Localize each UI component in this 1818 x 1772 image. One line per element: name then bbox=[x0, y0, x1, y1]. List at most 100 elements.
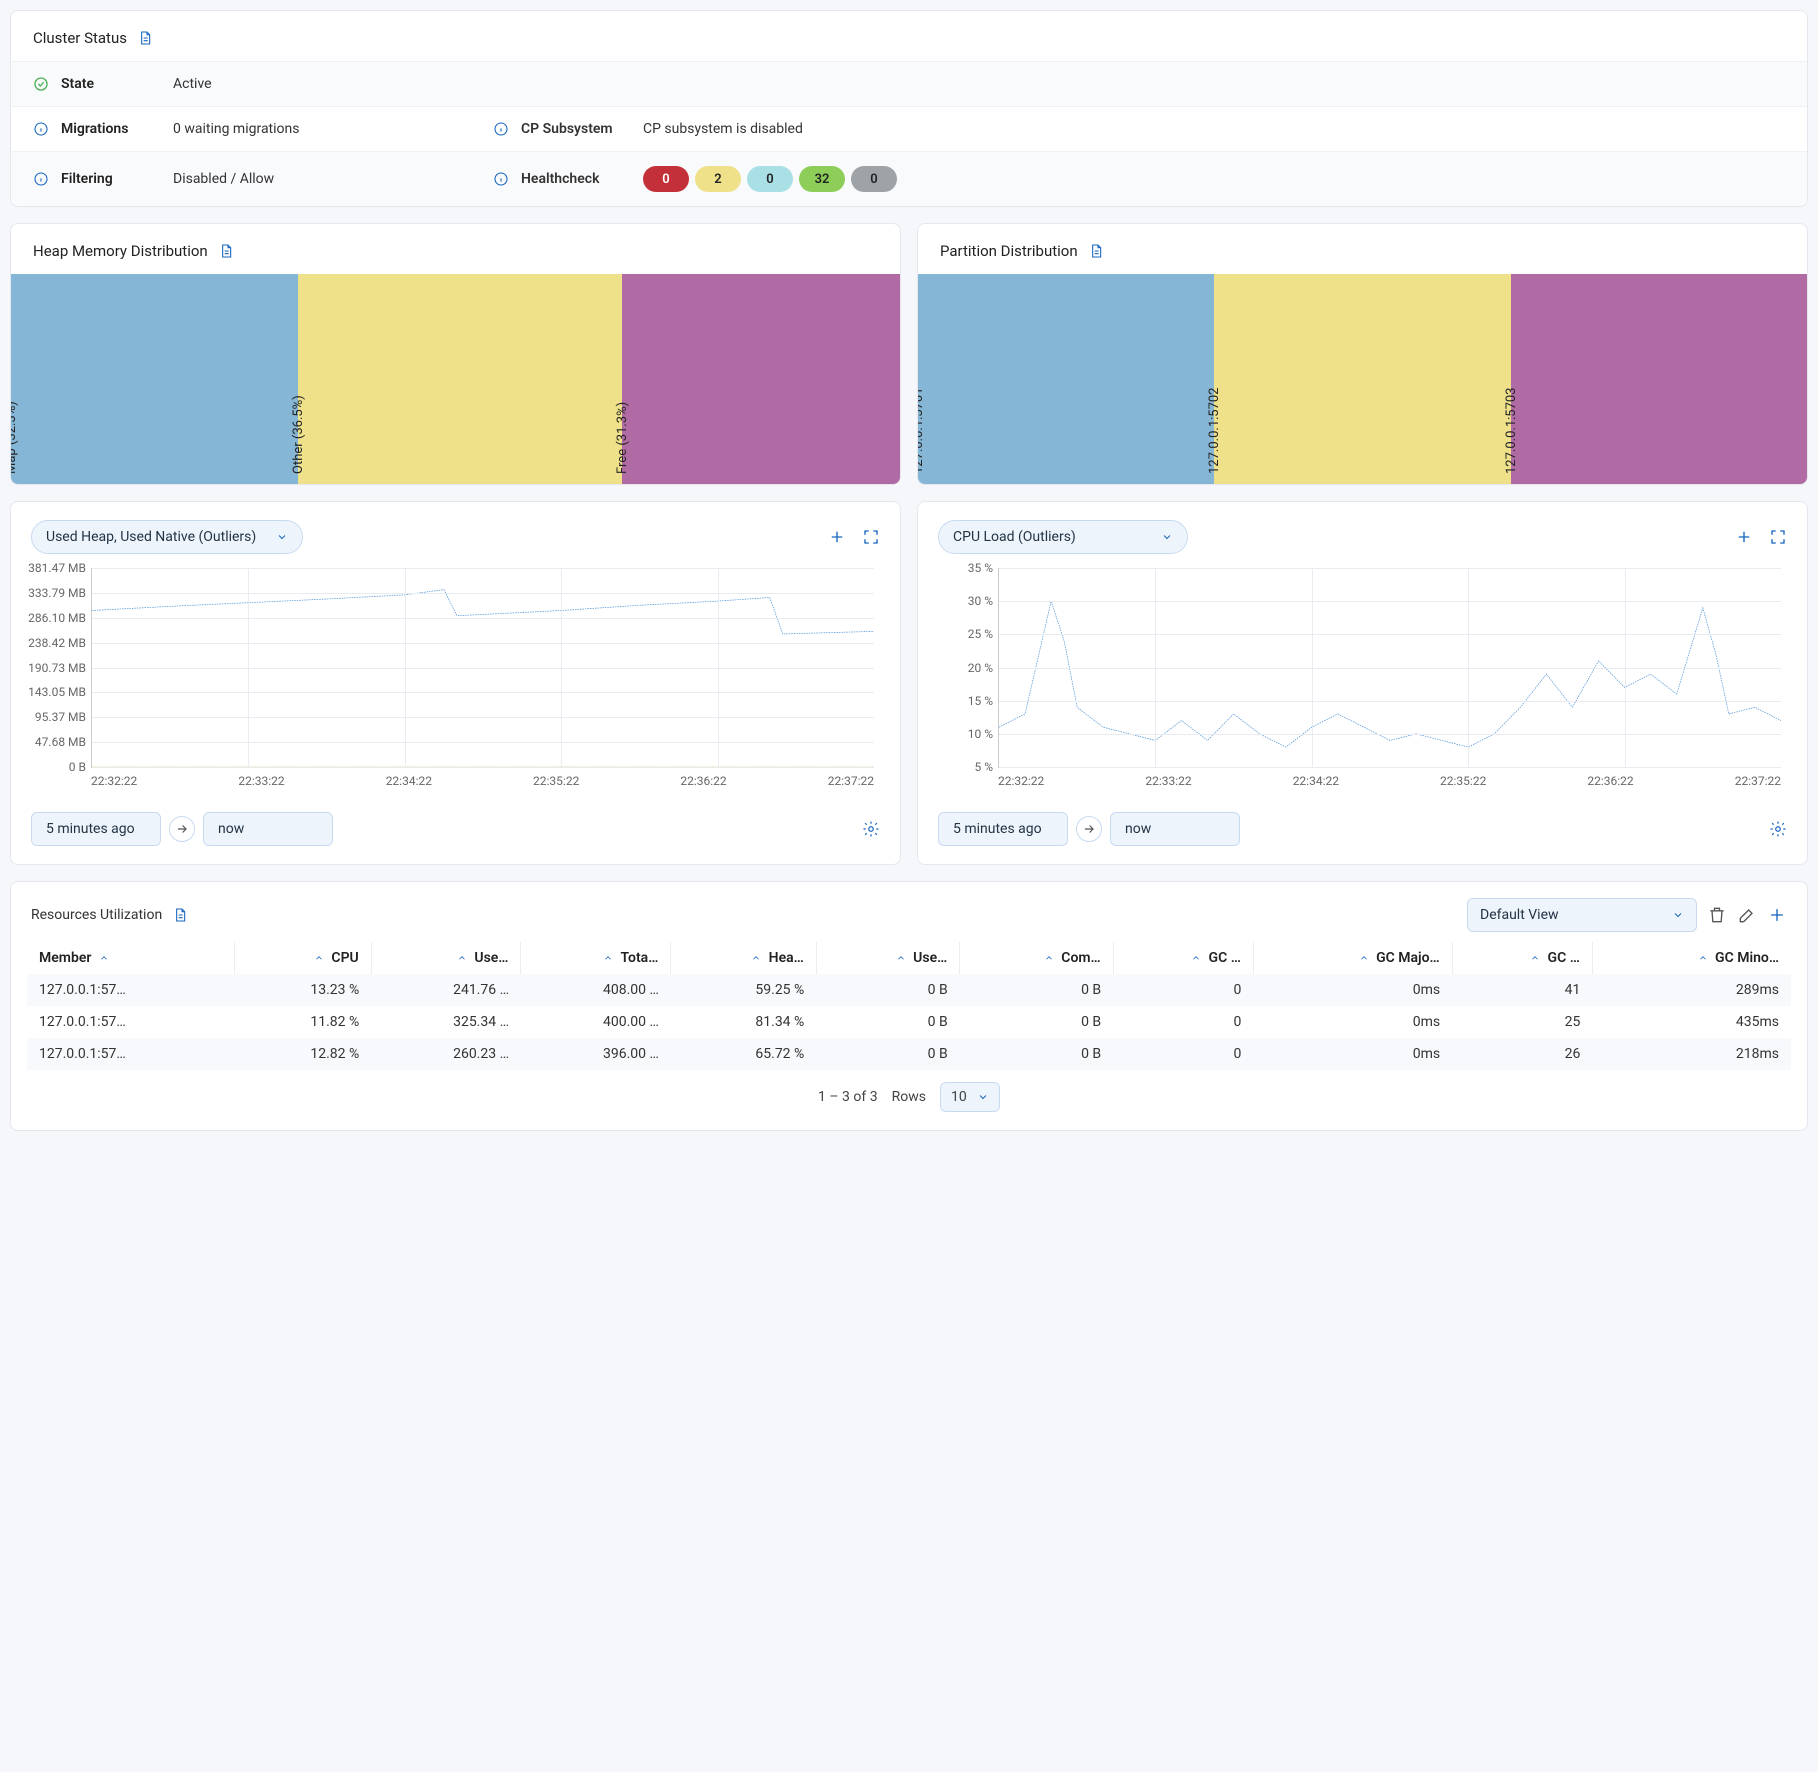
view-select-label: Default View bbox=[1480, 907, 1559, 923]
status-row-state: State Active bbox=[11, 61, 1807, 106]
doc-icon[interactable] bbox=[1088, 243, 1104, 259]
table-header[interactable]: GC … bbox=[1113, 942, 1253, 974]
x-tick-label: 22:34:22 bbox=[1293, 774, 1339, 788]
y-tick-label: 20 % bbox=[968, 661, 999, 675]
healthcheck-badge: 0 bbox=[643, 166, 689, 192]
table-cell: 218ms bbox=[1592, 1038, 1791, 1070]
heap-dist-bar: Map (32.3%)Other (36.5%)Free (31.3%) bbox=[11, 274, 900, 484]
y-tick-label: 95.37 MB bbox=[35, 710, 92, 724]
table-header[interactable]: Use… bbox=[371, 942, 521, 974]
expand-icon[interactable] bbox=[1769, 528, 1787, 546]
view-select[interactable]: Default View bbox=[1467, 898, 1697, 932]
x-tick-label: 22:37:22 bbox=[1735, 774, 1781, 788]
expand-icon[interactable] bbox=[862, 528, 880, 546]
time-from-input[interactable]: 5 minutes ago bbox=[938, 812, 1068, 846]
resources-table: Member CPU Use… Tota… Hea… Use… Com… GC … bbox=[27, 942, 1791, 1070]
cpu-chart-x-ticks: 22:32:2222:33:2222:34:2222:35:2222:36:22… bbox=[998, 774, 1781, 788]
chevron-down-icon bbox=[1672, 909, 1684, 921]
healthcheck-badge: 2 bbox=[695, 166, 741, 192]
table-header[interactable]: GC … bbox=[1452, 942, 1592, 974]
table-header[interactable]: Tota… bbox=[521, 942, 671, 974]
table-cell: 0 B bbox=[960, 974, 1113, 1006]
x-tick-label: 22:37:22 bbox=[828, 774, 874, 788]
table-header[interactable]: GC Majo… bbox=[1253, 942, 1452, 974]
table-header[interactable]: Hea… bbox=[671, 942, 816, 974]
y-tick-label: 143.05 MB bbox=[28, 685, 92, 699]
state-value: Active bbox=[173, 76, 493, 92]
healthcheck-badge: 0 bbox=[747, 166, 793, 192]
distribution-segment-label: 127.0.0.1:5701 bbox=[917, 388, 926, 475]
heap-chart-card: Used Heap, Used Native (Outliers) 0 B47.… bbox=[10, 501, 901, 865]
trash-icon[interactable] bbox=[1707, 905, 1727, 925]
chevron-down-icon bbox=[276, 531, 288, 543]
table-cell: 26 bbox=[1452, 1038, 1592, 1070]
edit-icon[interactable] bbox=[1737, 905, 1757, 925]
table-cell: 325.34 … bbox=[371, 1006, 521, 1038]
table-cell: 12.82 % bbox=[235, 1038, 372, 1070]
heap-chart-plot: 0 B47.68 MB95.37 MB143.05 MB190.73 MB238… bbox=[91, 568, 874, 768]
cp-value: CP subsystem is disabled bbox=[643, 121, 803, 137]
time-to-input[interactable]: now bbox=[1110, 812, 1240, 846]
table-header[interactable]: Com… bbox=[960, 942, 1113, 974]
table-row[interactable]: 127.0.0.1:57…12.82 %260.23 …396.00 …65.7… bbox=[27, 1038, 1791, 1070]
table-cell: 396.00 … bbox=[521, 1038, 671, 1070]
status-row-filtering: Filtering Disabled / Allow Healthcheck 0… bbox=[11, 151, 1807, 206]
gear-icon[interactable] bbox=[1769, 820, 1787, 838]
pager: 1 – 3 of 3 Rows 10 bbox=[11, 1070, 1807, 1130]
x-tick-label: 22:33:22 bbox=[238, 774, 284, 788]
doc-icon[interactable] bbox=[137, 30, 153, 46]
y-tick-label: 381.47 MB bbox=[28, 561, 92, 575]
x-tick-label: 22:34:22 bbox=[386, 774, 432, 788]
check-circle-icon bbox=[33, 76, 49, 92]
distribution-segment-label: 127.0.0.1:5703 bbox=[1504, 388, 1519, 475]
table-header[interactable]: GC Mino… bbox=[1592, 942, 1791, 974]
doc-icon[interactable] bbox=[218, 243, 234, 259]
heap-distribution-card: Heap Memory Distribution Map (32.3%)Othe… bbox=[10, 223, 901, 485]
table-cell: 400.00 … bbox=[521, 1006, 671, 1038]
distribution-segment-label: Free (31.3%) bbox=[615, 402, 630, 474]
time-from-input[interactable]: 5 minutes ago bbox=[31, 812, 161, 846]
gear-icon[interactable] bbox=[862, 820, 880, 838]
x-tick-label: 22:35:22 bbox=[1440, 774, 1486, 788]
plus-icon[interactable] bbox=[828, 528, 846, 546]
status-row-migrations: Migrations 0 waiting migrations CP Subsy… bbox=[11, 106, 1807, 151]
plus-icon[interactable] bbox=[1735, 528, 1753, 546]
table-cell: 0ms bbox=[1253, 1038, 1452, 1070]
table-cell: 13.23 % bbox=[235, 974, 372, 1006]
plus-icon[interactable] bbox=[1767, 905, 1787, 925]
chevron-down-icon bbox=[977, 1091, 989, 1103]
y-tick-label: 47.68 MB bbox=[35, 735, 92, 749]
table-cell: 0ms bbox=[1253, 1006, 1452, 1038]
filtering-value: Disabled / Allow bbox=[173, 171, 493, 187]
time-to-input[interactable]: now bbox=[203, 812, 333, 846]
cp-label: CP Subsystem bbox=[521, 121, 613, 137]
table-cell: 0 B bbox=[960, 1006, 1113, 1038]
rows-per-page-value: 10 bbox=[951, 1089, 967, 1105]
y-tick-label: 35 % bbox=[968, 561, 999, 575]
table-cell: 260.23 … bbox=[371, 1038, 521, 1070]
table-header[interactable]: Use… bbox=[816, 942, 959, 974]
table-header[interactable]: Member bbox=[27, 942, 235, 974]
y-tick-label: 30 % bbox=[968, 594, 999, 608]
doc-icon[interactable] bbox=[172, 907, 188, 923]
info-icon bbox=[33, 121, 49, 137]
table-row[interactable]: 127.0.0.1:57…11.82 %325.34 …400.00 …81.3… bbox=[27, 1006, 1791, 1038]
table-cell: 41 bbox=[1452, 974, 1592, 1006]
table-cell: 127.0.0.1:57… bbox=[27, 1006, 235, 1038]
y-tick-label: 15 % bbox=[968, 694, 999, 708]
distribution-segment: Map (32.3%) bbox=[11, 274, 298, 484]
cluster-status-card: Cluster Status State Active Migrations 0… bbox=[10, 10, 1808, 207]
table-header[interactable]: CPU bbox=[235, 942, 372, 974]
distribution-segment-label: Other (36.5%) bbox=[291, 395, 306, 474]
y-tick-label: 190.73 MB bbox=[28, 661, 92, 675]
cpu-chart-selector[interactable]: CPU Load (Outliers) bbox=[938, 520, 1188, 554]
distribution-segment: Other (36.5%) bbox=[298, 274, 622, 484]
x-tick-label: 22:33:22 bbox=[1145, 774, 1191, 788]
y-tick-label: 0 B bbox=[69, 760, 92, 774]
filtering-label: Filtering bbox=[61, 171, 113, 187]
arrow-right-icon bbox=[169, 816, 195, 842]
heap-chart-selector[interactable]: Used Heap, Used Native (Outliers) bbox=[31, 520, 303, 554]
cpu-chart-selector-label: CPU Load (Outliers) bbox=[953, 529, 1076, 545]
table-row[interactable]: 127.0.0.1:57…13.23 %241.76 …408.00 …59.2… bbox=[27, 974, 1791, 1006]
rows-per-page-select[interactable]: 10 bbox=[940, 1082, 1000, 1112]
